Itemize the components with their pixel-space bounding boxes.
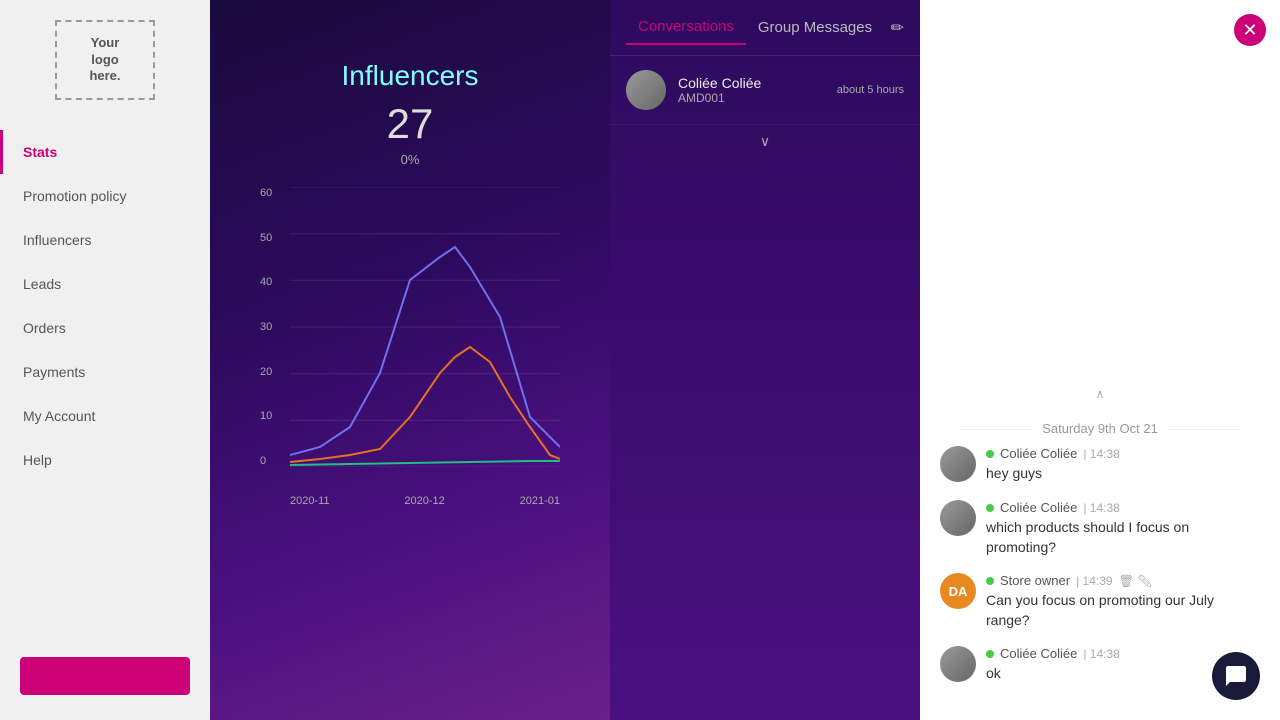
chat-message-3: DA Store owner | 14:39 🗑 ✏ Can you focus… xyxy=(940,573,1260,630)
msg-text-4: ok xyxy=(986,664,1120,684)
sidebar-item-my-account[interactable]: My Account xyxy=(0,394,210,438)
avatar-image xyxy=(626,70,666,110)
conv-item[interactable]: Coliée Coliée AMD001 about 5 hours xyxy=(610,56,920,125)
conv-name: Coliée Coliée xyxy=(678,75,837,91)
online-dot-4 xyxy=(986,650,994,658)
msg-header-1: Coliée Coliée | 14:38 xyxy=(986,446,1120,461)
chart-area: 60 50 40 30 20 10 0 2020-11 2020-1 xyxy=(260,187,560,507)
sidebar-item-promotion-policy[interactable]: Promotion policy xyxy=(0,174,210,218)
msg-time-4: | 14:38 xyxy=(1083,647,1119,661)
stats-header: Influencers 27 0% xyxy=(342,40,479,187)
conv-info: Coliée Coliée AMD001 xyxy=(678,75,837,105)
close-button[interactable]: ✕ xyxy=(1234,14,1266,46)
influencers-title: Influencers xyxy=(342,60,479,92)
msg-sender-2: Coliée Coliée xyxy=(1000,500,1077,515)
sidebar-item-payments[interactable]: Payments xyxy=(0,350,210,394)
sidebar-item-leads[interactable]: Leads xyxy=(0,262,210,306)
avatar xyxy=(626,70,666,110)
influencers-pct: 0% xyxy=(342,152,479,167)
conversations-panel: Conversations Group Messages ✏ Coliée Co… xyxy=(610,0,920,720)
msg-content-4: Coliée Coliée | 14:38 ok xyxy=(986,646,1120,684)
online-dot-3 xyxy=(986,577,994,585)
chat-widget-button[interactable] xyxy=(1212,652,1260,700)
sidebar-item-influencers[interactable]: Influencers xyxy=(0,218,210,262)
conv-list: Coliée Coliée AMD001 about 5 hours ∨ xyxy=(610,56,920,720)
msg-content-2: Coliée Coliée | 14:38 which products sho… xyxy=(986,500,1260,557)
influencers-count: 27 xyxy=(342,100,479,148)
chart-y-labels: 60 50 40 30 20 10 0 xyxy=(260,187,290,467)
chat-messages: ∧ Saturday 9th Oct 21 Coliée Coliée | 14… xyxy=(920,0,1280,720)
sidebar-bottom xyxy=(0,637,210,720)
sidebar-item-stats[interactable]: Stats xyxy=(0,130,210,174)
chat-bubble-icon xyxy=(1224,664,1248,688)
edit-icon[interactable]: ✏ xyxy=(891,18,904,38)
logo-box: Yourlogohere. xyxy=(55,20,155,100)
sidebar-item-orders[interactable]: Orders xyxy=(0,306,210,350)
msg-header-4: Coliée Coliée | 14:38 xyxy=(986,646,1120,661)
msg-avatar-4 xyxy=(940,646,976,682)
online-dot-1 xyxy=(986,450,994,458)
chat-message: Coliée Coliée | 14:38 hey guys xyxy=(940,446,1260,484)
msg-actions-3[interactable]: 🗑 ✏ xyxy=(1119,574,1153,588)
conv-sub: AMD001 xyxy=(678,91,837,105)
msg-text-3: Can you focus on promoting our July rang… xyxy=(986,591,1260,630)
msg-sender-1: Coliée Coliée xyxy=(1000,446,1077,461)
msg-sender-4: Coliée Coliée xyxy=(1000,646,1077,661)
msg-content-1: Coliée Coliée | 14:38 hey guys xyxy=(986,446,1120,484)
msg-avatar-2 xyxy=(940,500,976,536)
online-dot-2 xyxy=(986,504,994,512)
chart-svg xyxy=(290,187,560,467)
conv-tabs: Conversations Group Messages ✏ xyxy=(610,0,920,56)
chat-panel: ✕ ∧ Saturday 9th Oct 21 Coliée Coliée | … xyxy=(920,0,1280,720)
msg-avatar-1 xyxy=(940,446,976,482)
msg-avatar-3: DA xyxy=(940,573,976,609)
msg-header-2: Coliée Coliée | 14:38 xyxy=(986,500,1260,515)
tab-group-messages[interactable]: Group Messages xyxy=(746,11,884,44)
msg-sender-3: Store owner xyxy=(1000,573,1070,588)
msg-time-1: | 14:38 xyxy=(1083,447,1119,461)
msg-content-3: Store owner | 14:39 🗑 ✏ Can you focus on… xyxy=(986,573,1260,630)
chat-message-2: Coliée Coliée | 14:38 which products sho… xyxy=(940,500,1260,557)
sidebar: Yourlogohere. Stats Promotion policy Inf… xyxy=(0,0,210,720)
msg-text-1: hey guys xyxy=(986,464,1120,484)
sidebar-cta-button[interactable] xyxy=(20,657,190,695)
msg-time-2: | 14:38 xyxy=(1083,501,1119,515)
nav-items: Stats Promotion policy Influencers Leads… xyxy=(0,120,210,637)
conv-time: about 5 hours xyxy=(837,84,904,96)
msg-time-3: | 14:39 xyxy=(1076,574,1112,588)
tab-conversations[interactable]: Conversations xyxy=(626,10,746,45)
logo-area: Yourlogohere. xyxy=(0,0,210,120)
chart-x-labels: 2020-11 2020-12 2021-01 xyxy=(290,495,560,507)
conv-chevron[interactable]: ∨ xyxy=(610,125,920,158)
main-content: Influencers 27 0% 60 50 40 30 20 10 0 xyxy=(210,0,610,720)
date-divider: Saturday 9th Oct 21 xyxy=(940,411,1260,446)
date-chevron: ∧ xyxy=(940,387,1260,401)
msg-header-3: Store owner | 14:39 🗑 ✏ xyxy=(986,573,1260,588)
msg-text-2: which products should I focus on promoti… xyxy=(986,518,1260,557)
sidebar-item-help[interactable]: Help xyxy=(0,438,210,482)
